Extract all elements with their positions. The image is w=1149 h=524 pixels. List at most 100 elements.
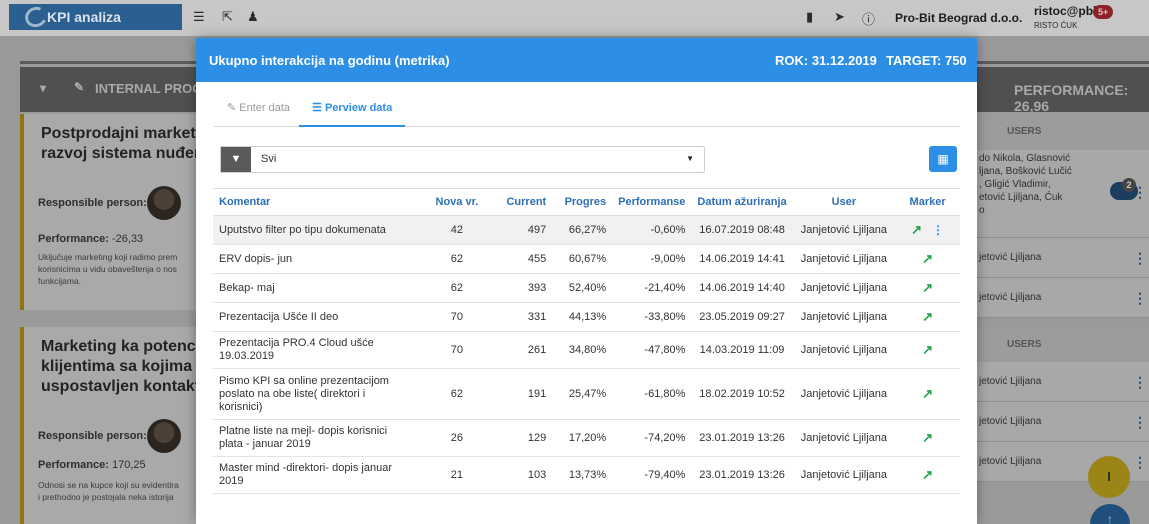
table-row[interactable]: Platne liste na mejl- dopis korisnici pl… — [213, 419, 960, 457]
table-row[interactable]: Pismo KPI sa online prezentacijom poslat… — [213, 368, 960, 420]
filter-icon[interactable]: ▼ — [221, 147, 251, 172]
avatar — [147, 419, 181, 453]
col-datum[interactable]: Datum ažuriranja — [691, 188, 793, 216]
cell-nova: 70 — [414, 331, 500, 369]
cell-current: 129 — [499, 419, 553, 457]
cell-user: Janjetović Ljiljana — [792, 244, 896, 274]
user-name: jetović Ljiljana — [979, 416, 1042, 427]
kebab-menu-icon[interactable]: ⋮ — [1133, 278, 1147, 318]
trending-up-icon[interactable]: ↗ — [922, 251, 933, 266]
cell-nova: 62 — [414, 244, 500, 274]
kpi-description: Odnosi se na kupce koji su evidentira i p… — [38, 480, 179, 502]
kpi-card[interactable]: Postprodajni marketin razvoj sistema nuđe… — [20, 114, 200, 310]
scroll-top-fab[interactable]: ↑ — [1090, 504, 1130, 524]
user-name: jetović Ljiljana — [979, 292, 1042, 303]
cell-current: 261 — [499, 331, 553, 369]
cell-komentar: Prezentacija Ušće II deo — [213, 302, 415, 332]
user-icon[interactable]: ♟ — [247, 9, 259, 25]
calculator-button[interactable]: ▦ — [929, 146, 957, 172]
trending-up-icon[interactable]: ↗ — [922, 430, 933, 445]
company-name: Pro-Bit Beograd d.o.o. — [895, 11, 1023, 25]
cell-komentar: Prezentacija PRO.4 Cloud ušće 19.03.2019 — [213, 331, 415, 369]
bookmark-icon[interactable]: ▮ — [806, 9, 813, 25]
cell-komentar: Pismo KPI sa online prezentacijom poslat… — [213, 368, 415, 420]
trending-up-icon[interactable]: ↗ — [922, 467, 933, 482]
kebab-menu-icon[interactable]: ⋮ — [1133, 362, 1147, 402]
tab-preview-data[interactable]: ☰ Perview data — [299, 95, 406, 127]
info-icon[interactable]: ⓘ — [862, 9, 875, 28]
external-link-icon[interactable]: ⇱ — [222, 9, 233, 25]
notification-badge[interactable]: 5+ — [1093, 5, 1114, 19]
table-row[interactable]: Master mind -direktori- dopis januar 201… — [213, 456, 960, 494]
col-komentar[interactable]: Komentar — [213, 188, 415, 216]
kebab-menu-icon[interactable]: ⋮ — [1133, 402, 1147, 442]
cell-marker: ↗ — [895, 456, 960, 494]
brand[interactable]: KPI analiza — [9, 3, 182, 31]
user-row[interactable]: jetović Ljiljana ⋮ — [975, 278, 1149, 318]
tab-label: Enter data — [239, 102, 291, 114]
trending-up-icon[interactable]: ↗ — [922, 309, 933, 324]
cell-datum: 18.02.2019 10:52 — [691, 368, 793, 420]
users-header: USERS — [975, 114, 1149, 150]
cell-user: Janjetović Ljiljana — [792, 273, 896, 303]
cell-nova: 62 — [414, 368, 500, 420]
col-user[interactable]: User — [792, 188, 896, 216]
col-performanse[interactable]: Performanse — [612, 188, 692, 216]
user-name: jetović Ljiljana — [979, 376, 1042, 387]
cell-current: 497 — [499, 215, 553, 245]
filter-value: Svi — [261, 153, 277, 165]
cell-user: Janjetović Ljiljana — [792, 368, 896, 420]
cell-marker: ↗ — [895, 273, 960, 303]
users-column: USERS — [975, 114, 1149, 150]
user-name: jetović Ljiljana — [979, 456, 1042, 467]
tab-enter-data[interactable]: ✎ Enter data — [214, 95, 303, 127]
cell-current: 455 — [499, 244, 553, 274]
col-nova[interactable]: Nova vr. — [414, 188, 500, 216]
menu-list-icon[interactable]: ☰ — [193, 9, 205, 25]
col-progres[interactable]: Progres — [552, 188, 613, 216]
kebab-menu-icon[interactable]: ⋮ — [1133, 442, 1147, 482]
user-row[interactable]: jetović Ljiljana ⋮ — [975, 238, 1149, 278]
trending-up-icon[interactable]: ↗ — [922, 386, 933, 401]
col-marker[interactable]: Marker — [895, 188, 960, 216]
send-icon[interactable]: ➤ — [834, 9, 845, 25]
trending-up-icon[interactable]: ↗ — [922, 342, 933, 357]
cell-komentar: Uputstvo filter po tipu dokumenata — [213, 215, 415, 245]
avatar — [147, 186, 181, 220]
cell-progres: 66,27% — [552, 215, 613, 245]
cell-nova: 42 — [414, 215, 500, 245]
trending-up-icon[interactable]: ↗ — [922, 280, 933, 295]
kpi-title: Postprodajni marketin razvoj sistema nuđe… — [41, 125, 200, 162]
col-current[interactable]: Current — [499, 188, 553, 216]
table-row[interactable]: ERV dopis- jun 62 455 60,67% -9,00% 14.06.201… — [213, 244, 960, 274]
table-row[interactable]: Bekap- maj 62 393 52,40% -21,40% 14.06.2019 1… — [213, 273, 960, 303]
chevron-down-icon[interactable]: ▾ — [40, 81, 46, 95]
cell-datum: 23.01.2019 13:26 — [691, 419, 793, 457]
cell-komentar: Master mind -direktori- dopis januar 201… — [213, 456, 415, 494]
cell-datum: 23.01.2019 13:26 — [691, 456, 793, 494]
pencil-icon[interactable]: ✎ — [74, 80, 84, 94]
cell-performanse: -61,80% — [612, 368, 692, 420]
user-name: jetović Ljiljana — [979, 252, 1042, 263]
kebab-menu-icon[interactable]: ⋮ — [932, 223, 944, 237]
trending-up-icon[interactable]: ↗ — [911, 222, 922, 237]
info-fab[interactable]: I — [1088, 456, 1130, 498]
kpi-card[interactable]: Marketing ka potencija klijentima sa koji… — [20, 327, 200, 524]
cell-datum: 16.07.2019 08:48 — [691, 215, 793, 245]
table-row[interactable]: Prezentacija PRO.4 Cloud ušće 19.03.2019… — [213, 331, 960, 369]
user-filter-select[interactable]: ▼ Svi ▼ — [220, 146, 705, 173]
cell-marker: ↗ — [895, 419, 960, 457]
cell-progres: 52,40% — [552, 273, 613, 303]
user-row[interactable]: jetović Ljiljana ⋮ — [975, 402, 1149, 442]
cell-marker: ↗ — [895, 368, 960, 420]
target: TARGET: 750 — [886, 53, 967, 68]
table-row[interactable]: Uputstvo filter po tipu dokumenata 42 497 6… — [213, 215, 960, 245]
cell-progres: 60,67% — [552, 244, 613, 274]
cell-progres: 13,73% — [552, 456, 613, 494]
user-row[interactable]: jetović Ljiljana ⋮ — [975, 362, 1149, 402]
cell-nova: 70 — [414, 302, 500, 332]
cell-user: Janjetović Ljiljana — [792, 419, 896, 457]
table-row[interactable]: Prezentacija Ušće II deo 70 331 44,13% -33,8… — [213, 302, 960, 332]
cell-current: 191 — [499, 368, 553, 420]
kebab-menu-icon[interactable]: ⋮ — [1133, 238, 1147, 278]
